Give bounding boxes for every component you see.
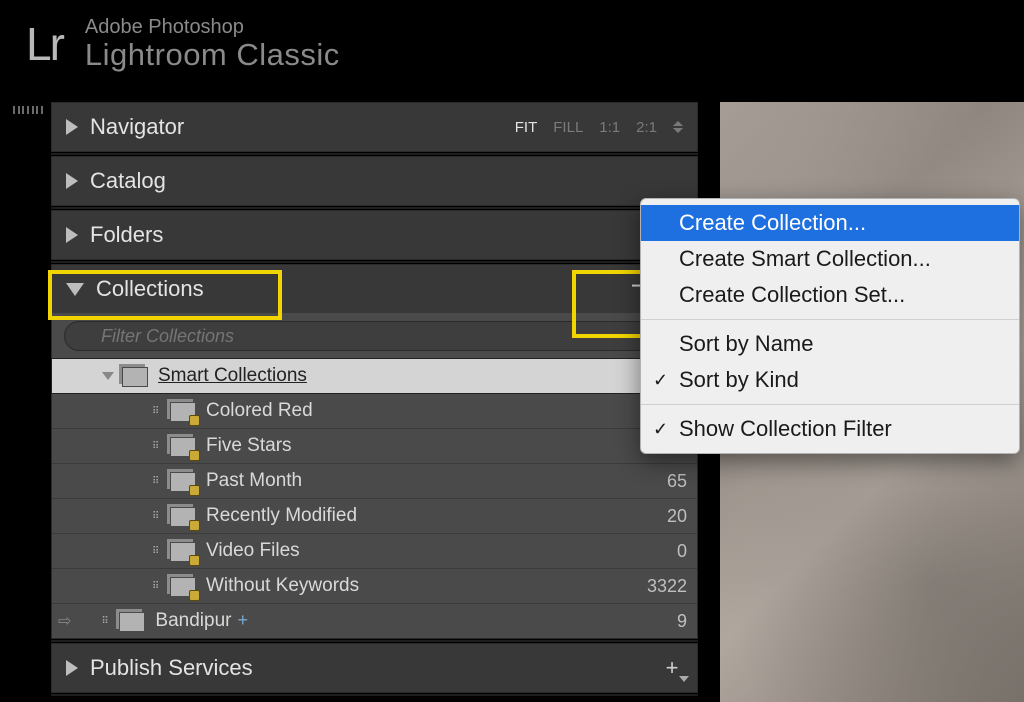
chevron-right-icon <box>66 119 78 135</box>
item-label: Colored Red <box>206 400 641 422</box>
tree-row-bandipur[interactable]: ⇨ ⠿ Bandipur+ 9 <box>52 604 697 638</box>
expand-icon: ⠿ <box>152 581 162 592</box>
app-logo: Lr <box>26 17 63 71</box>
gear-icon <box>189 415 200 426</box>
catalog-header[interactable]: Catalog <box>52 157 697 205</box>
left-panel-column: Navigator FIT FILL 1:1 2:1 Catalog <box>51 102 698 702</box>
left-gutter <box>13 102 51 142</box>
filter-collections-input[interactable] <box>64 321 685 351</box>
panel-collections: Collections − + <box>51 264 698 639</box>
smart-collection-icon <box>170 402 196 422</box>
target-arrow-icon: ⇨ <box>58 611 71 631</box>
smart-collections-label: Smart Collections <box>158 365 697 387</box>
catalog-title: Catalog <box>90 168 166 194</box>
item-label: Video Files <box>206 540 641 562</box>
menu-create-collection-set[interactable]: Create Collection Set... <box>641 277 1019 313</box>
panel-catalog: Catalog <box>51 156 698 206</box>
brand-line1: Adobe Photoshop <box>85 16 340 38</box>
tree-row-smart-collections[interactable]: Smart Collections <box>52 359 697 393</box>
add-publish-button[interactable]: + <box>661 657 683 679</box>
gear-icon <box>189 555 200 566</box>
gear-icon <box>189 450 200 461</box>
collections-header[interactable]: Collections − + <box>52 265 697 313</box>
chevron-right-icon <box>66 173 78 189</box>
panel-separator <box>51 693 698 697</box>
expand-icon: ⠿ <box>152 511 162 522</box>
collections-title: Collections <box>96 276 204 302</box>
collections-body: Smart Collections ⠿ Colored Red 22 ⠿ <box>52 313 697 638</box>
item-count: 3322 <box>641 576 697 597</box>
item-label: Five Stars <box>206 435 641 457</box>
navigator-header[interactable]: Navigator FIT FILL 1:1 2:1 <box>52 103 697 151</box>
item-count: 9 <box>641 611 697 632</box>
smart-collection-icon <box>170 507 196 527</box>
check-icon: ✓ <box>653 370 668 391</box>
expand-icon: ⠿ <box>101 616 111 627</box>
app-header: Lr Adobe Photoshop Lightroom Classic <box>0 0 1024 92</box>
tree-row[interactable]: ⠿ Five Stars 0 <box>52 429 697 463</box>
filter-row <box>52 313 697 359</box>
item-count: 20 <box>641 506 697 527</box>
check-icon: ✓ <box>653 419 668 440</box>
smart-collection-icon <box>170 542 196 562</box>
zoom-1-1[interactable]: 1:1 <box>599 119 620 136</box>
chevron-right-icon <box>66 227 78 243</box>
item-label: Bandipur+ <box>155 610 641 632</box>
plus-icon: + <box>237 610 248 630</box>
zoom-fill[interactable]: FILL <box>553 119 583 136</box>
item-label: Without Keywords <box>206 575 641 597</box>
smart-collection-icon <box>170 577 196 597</box>
tree-row[interactable]: ⠿ Video Files 0 <box>52 534 697 568</box>
tree-row[interactable]: ⠿ Colored Red 22 <box>52 394 697 428</box>
folders-header[interactable]: Folders + <box>52 211 697 259</box>
menu-separator <box>641 404 1019 405</box>
chevron-right-icon <box>66 660 78 676</box>
menu-create-smart-collection[interactable]: Create Smart Collection... <box>641 241 1019 277</box>
publish-title: Publish Services <box>90 655 253 681</box>
publish-header[interactable]: Publish Services + <box>52 644 697 692</box>
item-count: 65 <box>641 471 697 492</box>
item-label: Past Month <box>206 470 641 492</box>
menu-sort-by-name[interactable]: Sort by Name <box>641 326 1019 362</box>
grip-icon[interactable] <box>13 106 43 114</box>
folders-title: Folders <box>90 222 163 248</box>
collections-tree: Smart Collections ⠿ Colored Red 22 ⠿ <box>52 359 697 638</box>
panel-publish: Publish Services + <box>51 643 698 693</box>
panel-folders: Folders + <box>51 210 698 260</box>
tree-row[interactable]: ⠿ Recently Modified 20 <box>52 499 697 533</box>
zoom-2-1[interactable]: 2:1 <box>636 119 657 136</box>
chevron-down-icon <box>673 128 683 133</box>
chevron-up-icon <box>673 121 683 126</box>
collections-context-menu: Create Collection... Create Smart Collec… <box>640 198 1020 454</box>
zoom-fit[interactable]: FIT <box>515 119 538 136</box>
menu-show-collection-filter[interactable]: ✓Show Collection Filter <box>641 411 1019 447</box>
smart-collection-icon <box>170 472 196 492</box>
smart-collection-icon <box>170 437 196 457</box>
collection-icon <box>119 612 145 632</box>
menu-create-collection[interactable]: Create Collection... <box>641 205 1019 241</box>
item-label: Recently Modified <box>206 505 641 527</box>
brand-line2: Lightroom Classic <box>85 38 340 72</box>
chevron-down-icon <box>66 283 84 296</box>
collection-set-icon <box>122 367 148 387</box>
expand-icon: ⠿ <box>152 546 162 557</box>
chevron-down-icon <box>102 372 114 380</box>
menu-separator <box>641 319 1019 320</box>
gear-icon <box>189 485 200 496</box>
tree-row[interactable]: ⠿ Without Keywords 3322 <box>52 569 697 603</box>
app-brand: Adobe Photoshop Lightroom Classic <box>85 16 340 72</box>
navigator-title: Navigator <box>90 114 184 140</box>
panel-navigator: Navigator FIT FILL 1:1 2:1 <box>51 102 698 152</box>
expand-icon: ⠿ <box>152 441 162 452</box>
gear-icon <box>189 590 200 601</box>
expand-icon: ⠿ <box>152 476 162 487</box>
navigator-zoom-controls: FIT FILL 1:1 2:1 <box>515 119 683 136</box>
menu-sort-by-kind[interactable]: ✓Sort by Kind <box>641 362 1019 398</box>
zoom-stepper[interactable] <box>673 121 683 133</box>
tree-row[interactable]: ⠿ Past Month 65 <box>52 464 697 498</box>
item-count: 0 <box>641 541 697 562</box>
gear-icon <box>189 520 200 531</box>
expand-icon: ⠿ <box>152 406 162 417</box>
chevron-down-icon <box>679 676 689 682</box>
